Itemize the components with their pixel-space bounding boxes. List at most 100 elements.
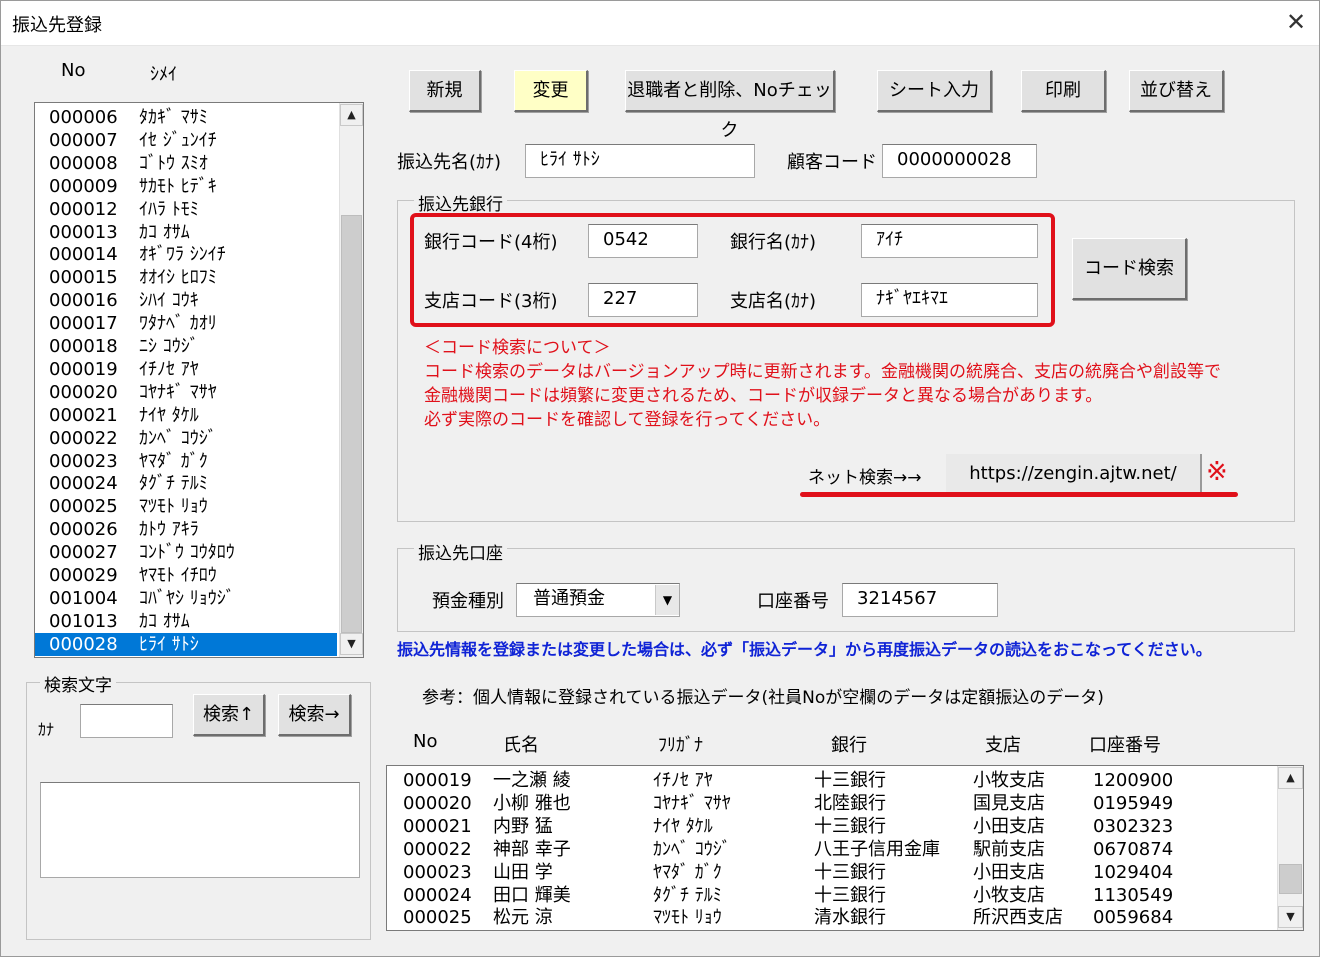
list-item[interactable]: 000006 ﾀｶｷﾞ ﾏｻﾐ [35, 106, 337, 129]
reference-list-rows: 000019 一之瀬 綾ｲﾁﾉｾ ｱﾔ 十三銀行 小牧支店 1200900 000020 小… [387, 769, 1275, 929]
search-next-button[interactable]: 検索→ [278, 694, 351, 736]
list-item-name: ｵｵｲｼ ﾋﾛﾌﾐ [139, 267, 217, 289]
table-cell-branch: 所沢西支店 [973, 907, 1063, 929]
scroll-up-icon[interactable]: ▲ [1278, 767, 1303, 789]
sheet-input-button[interactable]: シート入力 [877, 70, 992, 112]
list-item[interactable]: 000025 ﾏﾂﾓﾄ ﾘｮｳ [35, 495, 337, 518]
employee-listbox[interactable]: 000006 ﾀｶｷﾞ ﾏｻﾐ 000007 ｲｾ ｼﾞｭﾝｲﾁ 000008 ｺﾞﾄｳ … [34, 102, 364, 658]
table-row[interactable]: 000024 田口 輝美 ﾀｸﾞﾁ ﾃﾙﾐ 十三銀行 小牧支店 1130549 [387, 884, 1275, 907]
scroll-down-icon[interactable]: ▼ [1278, 906, 1303, 928]
list-item-name: ｺﾔﾅｷﾞ ﾏｻﾔ [139, 381, 217, 403]
table-cell-no: 000021 [403, 815, 472, 837]
dropdown-arrow-icon[interactable]: ▼ [655, 585, 679, 615]
list-item-name: ｶｺ ｵｻﾑ [139, 221, 190, 243]
list-item[interactable]: 000009 ｻｶﾓﾄ ﾋﾃﾞｷ [35, 175, 337, 198]
reference-listbox[interactable]: 000019 一之瀬 綾ｲﾁﾉｾ ｱﾔ 十三銀行 小牧支店 1200900 000020 小… [386, 765, 1304, 931]
scroll-thumb[interactable] [341, 215, 362, 633]
list-item[interactable]: 000024 ﾀｸﾞﾁ ﾃﾙﾐ [35, 472, 337, 495]
table-cell-no: 000025 [403, 907, 472, 929]
account-number-input[interactable]: 3214567 [842, 583, 998, 617]
table-row[interactable]: 000019 一之瀬 綾 ｲﾁﾉｾ ｱﾔ 十三銀行 小牧支店 1200900 [387, 769, 1275, 792]
list-item[interactable]: 001004 ｺﾊﾞﾔｼ ﾘｮｳｼﾞ [35, 587, 337, 610]
branch-code-input[interactable]: 227 [588, 283, 698, 317]
list-item-no: 000014 [49, 244, 118, 266]
table-row[interactable]: 000021 内野 猛 ﾅｲﾔ ﾀｹﾙ 十三銀行 小田支店 0302323 [387, 815, 1275, 838]
sort-button[interactable]: 並び替え [1129, 70, 1224, 112]
bank-code-input[interactable]: 0542 [588, 224, 698, 258]
customer-code-input[interactable]: 0000000028 [882, 144, 1037, 178]
print-button[interactable]: 印刷 [1021, 70, 1106, 112]
ref-header-branch: 支店 [985, 735, 1021, 756]
list-item-no: 001004 [49, 587, 118, 609]
table-cell-account: 1130549 [1093, 884, 1174, 906]
list-item-no: 000016 [49, 290, 118, 312]
search-group-title: 検索文字 [40, 671, 116, 696]
list-item[interactable]: 000020 ｺﾔﾅｷﾞ ﾏｻﾔ [35, 381, 337, 404]
close-icon[interactable]: ✕ [1282, 8, 1310, 36]
scroll-thumb[interactable] [1279, 864, 1302, 894]
branch-name-input[interactable]: ﾅｷﾞﾔｴｷﾏｴ [861, 283, 1038, 317]
list-item[interactable]: 000016 ｼﾊｲ ｺｳｷ [35, 289, 337, 312]
table-cell-branch: 小牧支店 [973, 770, 1045, 791]
table-cell-kana: ﾏﾂﾓﾄ ﾘｮｳ [653, 907, 722, 929]
list-item-name: ｺﾞﾄｳ ｽﾐｵ [139, 152, 208, 174]
list-item[interactable]: 000017 ﾜﾀﾅﾍﾞ ｶｵﾘ [35, 312, 337, 335]
list-item[interactable]: 000026 ｶﾄｳ ｱｷﾗ [35, 518, 337, 541]
list-item-no: 000020 [49, 381, 118, 403]
list-item-no: 000024 [49, 473, 118, 495]
table-cell-kana: ｲﾁﾉｾ ｱﾔ [653, 770, 713, 791]
list-item[interactable]: 000008 ｺﾞﾄｳ ｽﾐｵ [35, 152, 337, 175]
list-item[interactable]: 000012 ｲﾊﾗ ﾄﾓﾐ [35, 198, 337, 221]
change-button[interactable]: 変更 [514, 70, 588, 112]
ref-header-account: 口座番号 [1089, 735, 1161, 756]
notice-line: ＜コード検索について＞ [424, 338, 611, 358]
table-cell-branch: 小田支店 [973, 815, 1045, 837]
list-item[interactable]: 000021 ﾅｲﾔ ﾀｹﾙ [35, 404, 337, 427]
net-search-url-button[interactable]: https://zengin.ajtw.net/ [946, 454, 1202, 494]
list-item-no: 000023 [49, 450, 118, 472]
table-row[interactable]: 000022 神部 幸子 ｶﾝﾍﾞ ｺｳｼﾞ 八王子信用金庫 駅前支店 0670874 [387, 838, 1275, 861]
list-item[interactable]: 000018 ﾆｼ ｺｳｼﾞ [35, 335, 337, 358]
search-result-box[interactable] [40, 782, 360, 878]
list-item-name: ｶｺ ｵｻﾑ [139, 610, 190, 632]
list-item[interactable]: 000028 ﾋﾗｲ ｻﾄｼ [35, 632, 337, 656]
bank-name-input[interactable]: ｱｲﾁ [861, 224, 1038, 258]
table-cell-no: 000022 [403, 838, 472, 860]
table-row[interactable]: 000023 山田 学 ﾔﾏﾀﾞ ｶﾞｸ 十三銀行 小田支店 1029404 [387, 861, 1275, 884]
bank-name-label: 銀行名(ｶﾅ) [730, 232, 817, 253]
window-title: 振込先登録 [12, 15, 102, 36]
net-search-label: ネット検索→→ [808, 468, 922, 488]
list-item[interactable]: 000014 ｵｷﾞﾜﾗ ｼﾝｲﾁ [35, 243, 337, 266]
list-item-name: ﾔﾏﾀﾞ ｶﾞｸ [139, 450, 208, 472]
new-button[interactable]: 新規 [409, 70, 481, 112]
list-item[interactable]: 001013 ｶｺ ｵｻﾑ [35, 610, 337, 633]
code-search-button[interactable]: コード検索 [1072, 238, 1187, 300]
list-item[interactable]: 000015 ｵｵｲｼ ﾋﾛﾌﾐ [35, 266, 337, 289]
table-cell-account: 0670874 [1093, 838, 1174, 860]
list-item[interactable]: 000013 ｶｺ ｵｻﾑ [35, 221, 337, 244]
list-item-name: ﾔﾏﾓﾄ ｲﾁﾛｳ [139, 565, 217, 586]
search-kana-input[interactable] [80, 704, 173, 738]
account-group-title: 振込先口座 [414, 539, 507, 564]
scroll-up-icon[interactable]: ▲ [340, 104, 363, 126]
retire-delete-check-button[interactable]: 退職者と削除、Noチェック [625, 70, 835, 141]
scroll-down-icon[interactable]: ▼ [340, 633, 363, 655]
list-scrollbar[interactable]: ▲ ▼ [339, 103, 363, 657]
reference-scrollbar[interactable]: ▲ ▼ [1277, 766, 1303, 930]
list-item[interactable]: 000022 ｶﾝﾍﾞ ｺｳｼﾞ [35, 427, 337, 450]
list-item[interactable]: 000007 ｲｾ ｼﾞｭﾝｲﾁ [35, 129, 337, 152]
list-item-no: 000009 [49, 175, 118, 197]
table-row[interactable]: 000025 松元 涼 ﾏﾂﾓﾄ ﾘｮｳ 清水銀行 所沢西支店 0059684 [387, 906, 1275, 929]
table-cell-name: 田口 輝美 [493, 884, 571, 906]
search-up-button[interactable]: 検索↑ [193, 694, 265, 736]
list-item[interactable]: 000029 ﾔﾏﾓﾄ ｲﾁﾛｳ [35, 564, 337, 587]
list-item[interactable]: 000019 ｲﾁﾉｾ ｱﾔ [35, 358, 337, 381]
list-item[interactable]: 000023 ﾔﾏﾀﾞ ｶﾞｸ [35, 450, 337, 473]
note-mark-icon: ※ [1206, 457, 1228, 487]
table-row[interactable]: 000020 小柳 雅也 ｺﾔﾅｷﾞ ﾏｻﾔ 北陸銀行 国見支店 0195949 [387, 792, 1275, 815]
list-item[interactable]: 000027 ｺﾝﾄﾞｳ ｺｳﾀﾛｳ [35, 541, 337, 564]
list-item-no: 000025 [49, 496, 118, 518]
account-type-value: 普通預金 [533, 588, 605, 609]
table-cell-account: 0195949 [1093, 792, 1174, 814]
recipient-name-kana-input[interactable]: ﾋﾗｲ ｻﾄｼ [525, 144, 755, 178]
